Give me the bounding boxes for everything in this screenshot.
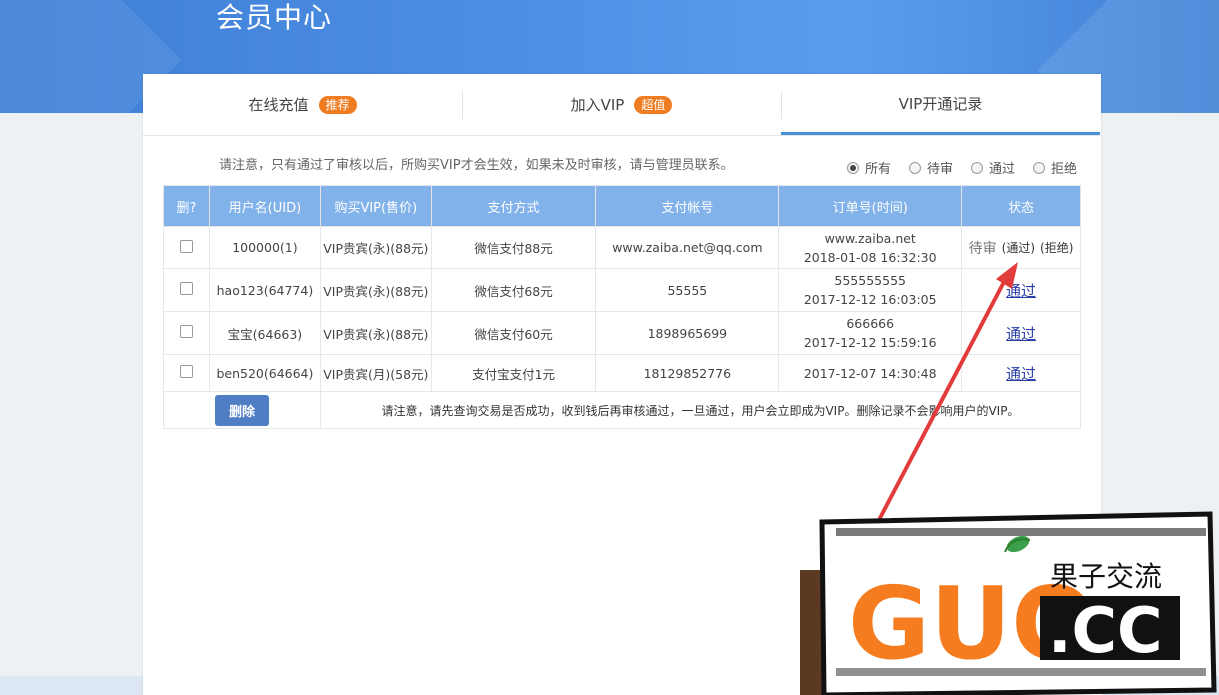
cell-vip: VIP贵宾(永)(88元) [319, 226, 432, 269]
order-time: 2017-12-07 14:30:48 [803, 365, 937, 381]
tab-label: VIP开通记录 [898, 94, 983, 113]
cell-order: 2017-12-07 14:30:48 [778, 354, 963, 392]
column-header-username: 用户名(UID) [208, 185, 321, 227]
table-row: hao123(64774) VIP贵宾(永)(88元) 微信支付68元 5555… [163, 268, 1081, 312]
status-filter-group: 所有 待审 通过 拒绝 [846, 158, 1077, 177]
filter-label: 待审 [926, 162, 953, 177]
column-header-status: 状态 [961, 185, 1081, 227]
cell-username: 100000(1) [208, 226, 321, 269]
watermark-text-cn: 果子交流 [1050, 560, 1162, 593]
cell-account: 1898965699 [595, 311, 780, 355]
tab-bar: 在线充值 推荐 加入VIP 超值 VIP开通记录 [143, 74, 1101, 136]
column-header-delete: 删? [163, 185, 210, 227]
order-number: 666666 [846, 316, 895, 331]
cell-account: 18129852776 [595, 354, 780, 392]
order-number: www.zaiba.net [824, 230, 916, 246]
page-title: 会员中心 [216, 1, 333, 34]
order-time: 2017-12-12 15:59:16 [803, 335, 937, 350]
cell-account: www.zaiba.net@qq.com [595, 226, 780, 269]
cell-status: 通过 [961, 354, 1081, 392]
filter-label: 所有 [864, 162, 891, 177]
table-row: ben520(64664) VIP贵宾(月)(58元) 支付宝支付1元 1812… [163, 354, 1081, 392]
watermark-logo: GUO .CC 果子交流 [800, 511, 1217, 695]
cell-pay-method: 微信支付88元 [430, 226, 597, 269]
approval-notice: 请注意，只有通过了审核以后，所购买VIP才会生效，如果未及时审核，请与管理员联系… [219, 158, 734, 173]
cell-vip: VIP贵宾(永)(88元) [319, 311, 432, 355]
cell-username: 宝宝(64663) [208, 311, 321, 355]
column-header-account: 支付帐号 [595, 185, 780, 227]
tab-vip-records[interactable]: VIP开通记录 [781, 74, 1100, 135]
table-footer-row: 删除 请注意，请先查询交易是否成功，收到钱后再审核通过，一旦通过，用户会立即成为… [163, 391, 1082, 429]
cell-status: 通过 [961, 268, 1081, 312]
status-approved-link[interactable]: 通过 [1006, 282, 1036, 300]
status-approved-link[interactable]: 通过 [1006, 365, 1036, 383]
cell-pay-method: 支付宝支付1元 [430, 354, 597, 392]
cell-status: 待审 (通过) (拒绝) [961, 226, 1081, 269]
radio-button[interactable] [846, 161, 859, 174]
approve-link[interactable]: (通过) [1002, 239, 1035, 256]
vip-records-table: 删? 用户名(UID) 购买VIP(售价) 支付方式 支付帐号 订单号(时间) … [163, 185, 1082, 429]
filter-pending[interactable]: 待审 [908, 158, 953, 177]
column-header-pay-method: 支付方式 [430, 185, 597, 227]
cell-order: 666666 2017-12-12 15:59:16 [778, 311, 963, 355]
radio-button[interactable] [908, 161, 921, 174]
cell-status: 通过 [961, 311, 1081, 355]
radio-button[interactable] [1032, 161, 1045, 174]
filter-rejected[interactable]: 拒绝 [1032, 158, 1077, 177]
cell-account: 55555 [595, 268, 780, 312]
row-checkbox[interactable] [179, 239, 193, 253]
cell-pay-method: 微信支付60元 [430, 311, 597, 355]
filter-approved[interactable]: 通过 [970, 158, 1015, 177]
cell-vip: VIP贵宾(永)(88元) [319, 268, 432, 312]
cell-pay-method: 微信支付68元 [430, 268, 597, 312]
table-row: 宝宝(64663) VIP贵宾(永)(88元) 微信支付60元 18989656… [163, 311, 1081, 355]
footer-notice: 请注意，请先查询交易是否成功，收到钱后再审核通过，一旦通过，用户会立即成为VIP… [381, 403, 1020, 418]
table-row: 100000(1) VIP贵宾(永)(88元) 微信支付88元 www.zaib… [163, 226, 1081, 269]
status-pending: 待审 [968, 240, 997, 257]
row-checkbox[interactable] [179, 325, 193, 338]
column-header-order: 订单号(时间) [778, 185, 963, 227]
tab-online-recharge[interactable]: 在线充值 推荐 [143, 74, 462, 135]
reject-link[interactable]: (拒绝) [1040, 239, 1073, 256]
cell-order: www.zaiba.net 2018-01-08 16:32:30 [778, 226, 963, 269]
filter-label: 通过 [988, 162, 1015, 177]
filter-label: 拒绝 [1050, 162, 1077, 177]
radio-button[interactable] [970, 161, 983, 174]
order-time: 2017-12-12 16:03:05 [803, 292, 937, 307]
order-time: 2018-01-08 16:32:30 [803, 249, 937, 265]
row-checkbox[interactable] [179, 282, 193, 295]
cell-vip: VIP贵宾(月)(58元) [319, 354, 432, 392]
order-number: 555555555 [834, 273, 906, 288]
tab-label: 在线充值 [248, 96, 309, 114]
tab-join-vip[interactable]: 加入VIP 超值 [462, 74, 781, 135]
watermark-text-domain: .CC [1048, 594, 1163, 667]
table-header-row: 删? 用户名(UID) 购买VIP(售价) 支付方式 支付帐号 订单号(时间) … [163, 185, 1081, 227]
cell-order: 555555555 2017-12-12 16:03:05 [778, 268, 963, 312]
column-header-vip: 购买VIP(售价) [319, 185, 432, 227]
value-badge: 超值 [634, 95, 673, 114]
cell-username: ben520(64664) [208, 354, 321, 392]
filter-all[interactable]: 所有 [846, 158, 891, 177]
status-approved-link[interactable]: 通过 [1006, 325, 1036, 343]
tab-label: 加入VIP [570, 96, 625, 114]
row-checkbox[interactable] [179, 365, 193, 378]
cell-username: hao123(64774) [208, 268, 321, 312]
recommend-badge: 推荐 [318, 95, 357, 114]
delete-button[interactable]: 删除 [214, 394, 269, 426]
